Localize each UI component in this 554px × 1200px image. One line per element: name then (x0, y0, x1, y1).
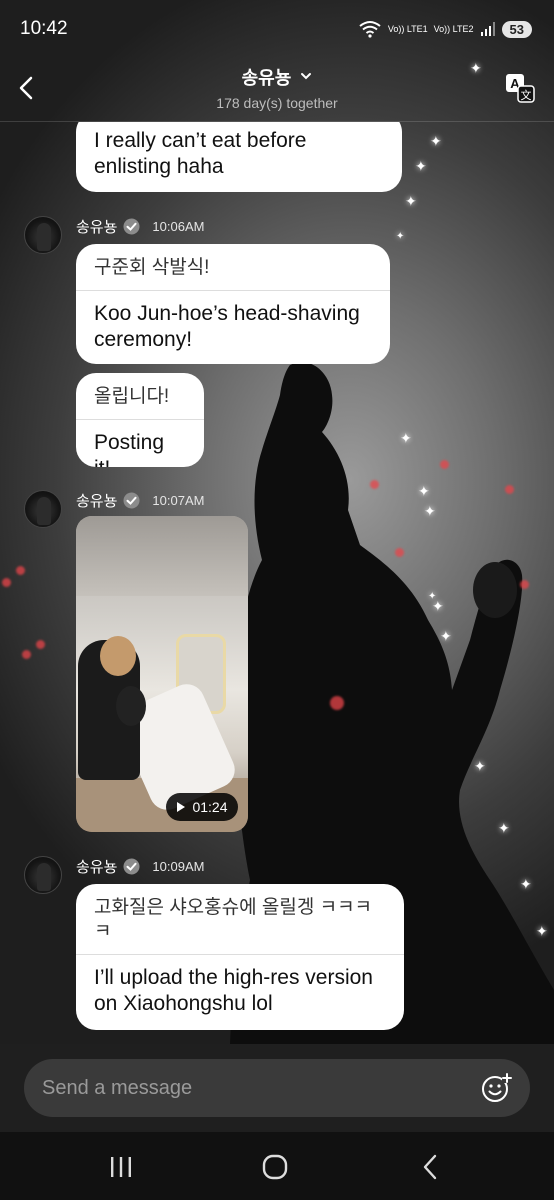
avatar[interactable] (24, 216, 62, 254)
nav-back-icon[interactable] (416, 1152, 446, 1182)
avatar[interactable] (24, 856, 62, 894)
status-time: 10:42 (20, 18, 68, 39)
chat-title: 송유뇽 (241, 68, 292, 88)
sender-row: 송유뇽 10:06AM (76, 216, 204, 237)
sender-name: 송유뇽 (76, 219, 118, 236)
message-bubble[interactable]: 고화질은 샤오홍슈에 올릴겡 ㅋㅋㅋㅋ I’ll upload the high… (76, 884, 404, 1030)
message-time: 10:09AM (152, 859, 205, 874)
video-play-button[interactable]: 01:24 (166, 793, 238, 821)
signal-icon (480, 22, 495, 36)
video-message[interactable]: 01:24 (76, 516, 248, 832)
play-icon (177, 802, 186, 812)
avatar[interactable] (24, 490, 62, 528)
system-navigation-bar (0, 1132, 554, 1200)
message-translation: Koo Jun-hoe’s head-shaving ceremony! (94, 302, 360, 351)
chat-header: 송유뇽 178 day(s) together A 文 (0, 58, 554, 122)
message-bubble[interactable]: 구준회 삭발식! Koo Jun-hoe’s head-shaving cere… (76, 244, 390, 364)
video-thumbnail-head (100, 636, 136, 676)
verified-badge-icon (123, 858, 140, 875)
sender-row: 송유뇽 10:07AM (76, 490, 204, 511)
message-translation: Posting it! (94, 431, 165, 467)
message-translation: I really can’t eat before enlisting haha (94, 129, 307, 178)
verified-badge-icon (123, 492, 140, 509)
message-bubble[interactable]: I really can’t eat before enlisting haha (76, 122, 402, 192)
video-duration: 01:24 (192, 799, 228, 815)
svg-text:文: 文 (521, 88, 532, 102)
video-thumbnail-ceiling (76, 516, 248, 596)
wifi-icon (359, 21, 381, 38)
sender-row: 송유뇽 10:09AM (76, 856, 204, 877)
message-composer (0, 1044, 554, 1132)
message-original: 구준회 삭발식! (76, 244, 390, 291)
days-together-label: 178 day(s) together (216, 95, 338, 111)
sender-name: 송유뇽 (76, 859, 118, 876)
message-time: 10:06AM (152, 219, 205, 234)
message-time: 10:07AM (152, 493, 205, 508)
battery-indicator: 53 (501, 20, 532, 38)
sim2-indicator: Vo)) LTE2 (433, 23, 474, 34)
sender-name: 송유뇽 (76, 493, 118, 510)
message-original: 올립니다! (76, 373, 204, 420)
message-list[interactable]: I really can’t eat before enlisting haha… (0, 122, 554, 1044)
emoji-add-icon[interactable] (480, 1072, 512, 1104)
status-icons: Vo)) LTE1 Vo)) LTE2 53 (358, 20, 532, 38)
recents-icon[interactable] (106, 1152, 136, 1182)
translate-icon[interactable]: A 文 (504, 72, 536, 104)
message-original: 고화질은 샤오홍슈에 올릴겡 ㅋㅋㅋㅋ (76, 884, 404, 955)
message-bubble[interactable]: 올립니다! Posting it! (76, 373, 204, 467)
sim1-indicator: Vo)) LTE1 (387, 23, 428, 34)
verified-badge-icon (123, 218, 140, 235)
status-bar: 10:42 Vo)) LTE1 Vo)) LTE2 53 (0, 0, 554, 58)
header-divider (0, 121, 554, 122)
video-thumbnail-person (116, 686, 146, 726)
message-input-container[interactable] (24, 1059, 530, 1117)
message-translation: I’ll upload the high-res version on Xiao… (94, 966, 373, 1015)
message-input[interactable] (42, 1076, 480, 1100)
chevron-down-icon (301, 73, 312, 80)
home-icon[interactable] (260, 1152, 290, 1182)
chat-title-area[interactable]: 송유뇽 178 day(s) together (0, 64, 554, 111)
